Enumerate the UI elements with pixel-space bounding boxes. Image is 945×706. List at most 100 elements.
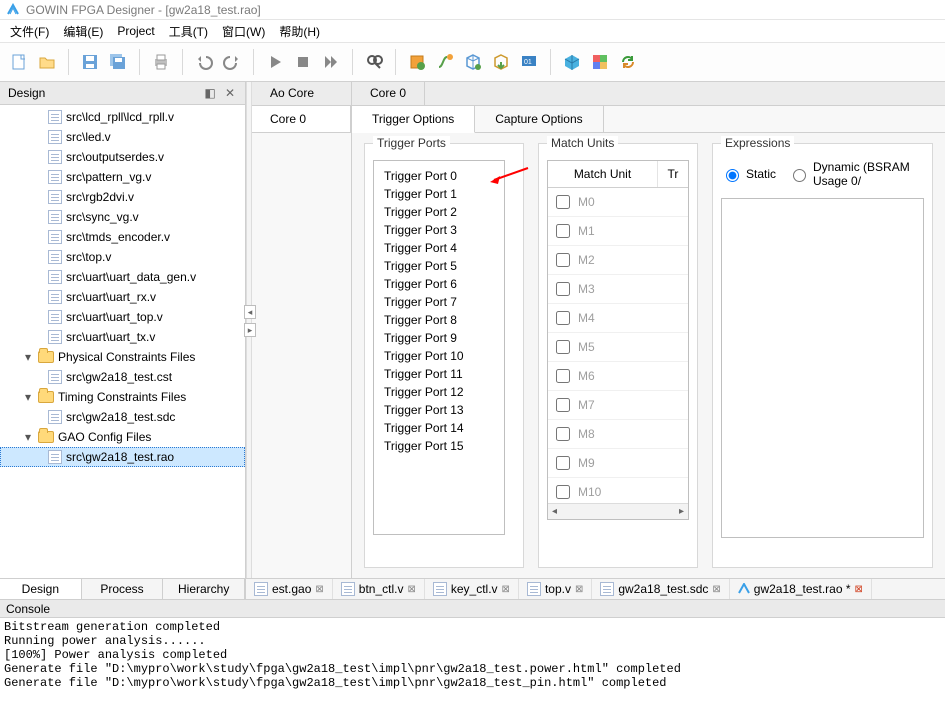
menu-tools[interactable]: 工具(T) bbox=[169, 23, 208, 40]
place-route-icon[interactable] bbox=[432, 49, 458, 75]
tab-trigger-options[interactable]: Trigger Options bbox=[352, 106, 475, 133]
match-tr-col[interactable]: Tr bbox=[658, 161, 688, 187]
tree-file[interactable]: src\sync_vg.v bbox=[0, 207, 245, 227]
trigger-port-item[interactable]: Trigger Port 10 bbox=[374, 347, 504, 365]
menu-window[interactable]: 窗口(W) bbox=[222, 23, 265, 40]
run-all-icon[interactable] bbox=[318, 49, 344, 75]
collapse-right-icon[interactable]: ▸ bbox=[244, 323, 256, 337]
undo-icon[interactable] bbox=[191, 49, 217, 75]
menu-project[interactable]: Project bbox=[117, 24, 154, 38]
match-checkbox[interactable] bbox=[556, 456, 570, 470]
trigger-ports-list[interactable]: Trigger Port 0 Trigger Port 1 Trigger Po… bbox=[373, 160, 505, 535]
device-down-icon[interactable] bbox=[488, 49, 514, 75]
scroll-right-icon[interactable]: ▸ bbox=[679, 506, 684, 517]
match-row[interactable]: M7 bbox=[548, 391, 688, 420]
trigger-port-item[interactable]: Trigger Port 9 bbox=[374, 329, 504, 347]
match-row[interactable]: M0 bbox=[548, 188, 688, 217]
tab-capture-options[interactable]: Capture Options bbox=[475, 106, 603, 132]
match-checkbox[interactable] bbox=[556, 369, 570, 383]
save-icon[interactable] bbox=[77, 49, 103, 75]
tree-file[interactable]: src\led.v bbox=[0, 127, 245, 147]
tab-design[interactable]: Design bbox=[0, 579, 82, 599]
editor-tab[interactable]: key_ctl.v⊠ bbox=[425, 579, 519, 599]
match-row[interactable]: M3 bbox=[548, 275, 688, 304]
close-icon[interactable]: ⊠ bbox=[575, 584, 583, 595]
trigger-port-item[interactable]: Trigger Port 7 bbox=[374, 293, 504, 311]
trigger-port-item[interactable]: Trigger Port 1 bbox=[374, 185, 504, 203]
trigger-port-item[interactable]: Trigger Port 4 bbox=[374, 239, 504, 257]
match-row[interactable]: M4 bbox=[548, 304, 688, 333]
folder-timing-constraints[interactable]: ▾Timing Constraints Files bbox=[0, 387, 245, 407]
close-icon[interactable]: ⊠ bbox=[712, 584, 720, 595]
redo-icon[interactable] bbox=[219, 49, 245, 75]
oscilloscope-icon[interactable]: 01 bbox=[516, 49, 542, 75]
print-icon[interactable] bbox=[148, 49, 174, 75]
core-side-tab-core0[interactable]: Core 0 bbox=[252, 106, 351, 133]
vertical-splitter[interactable]: ◂ ▸ bbox=[246, 82, 252, 578]
match-checkbox[interactable] bbox=[556, 311, 570, 325]
match-row[interactable]: M1 bbox=[548, 217, 688, 246]
trigger-port-item[interactable]: Trigger Port 15 bbox=[374, 437, 504, 455]
close-icon[interactable]: ⊠ bbox=[407, 584, 415, 595]
trigger-port-item[interactable]: Trigger Port 11 bbox=[374, 365, 504, 383]
match-checkbox[interactable] bbox=[556, 340, 570, 354]
trigger-port-item[interactable]: Trigger Port 8 bbox=[374, 311, 504, 329]
match-row[interactable]: M9 bbox=[548, 449, 688, 478]
trigger-port-item[interactable]: Trigger Port 14 bbox=[374, 419, 504, 437]
match-unit-col[interactable]: Match Unit bbox=[548, 161, 658, 187]
menu-edit[interactable]: 编辑(E) bbox=[63, 23, 103, 40]
close-icon[interactable]: ⊠ bbox=[502, 584, 510, 595]
match-checkbox[interactable] bbox=[556, 398, 570, 412]
panel-float-icon[interactable]: ◧ bbox=[203, 86, 217, 100]
tree-file-selected[interactable]: src\gw2a18_test.rao bbox=[0, 447, 245, 467]
menu-file[interactable]: 文件(F) bbox=[10, 23, 49, 40]
stop-icon[interactable] bbox=[290, 49, 316, 75]
match-checkbox[interactable] bbox=[556, 485, 570, 499]
tree-file[interactable]: src\uart\uart_top.v bbox=[0, 307, 245, 327]
tree-file[interactable]: src\outputserdes.v bbox=[0, 147, 245, 167]
match-checkbox[interactable] bbox=[556, 427, 570, 441]
radio-static-input[interactable] bbox=[726, 169, 739, 182]
editor-tab[interactable]: btn_ctl.v⊠ bbox=[333, 579, 425, 599]
search-icon[interactable] bbox=[361, 49, 387, 75]
refresh-icon[interactable] bbox=[615, 49, 641, 75]
tree-file[interactable]: src\top.v bbox=[0, 247, 245, 267]
match-row[interactable]: M2 bbox=[548, 246, 688, 275]
save-all-icon[interactable] bbox=[105, 49, 131, 75]
trigger-port-item[interactable]: Trigger Port 12 bbox=[374, 383, 504, 401]
horizontal-scrollbar[interactable]: ◂▸ bbox=[548, 503, 688, 519]
match-checkbox[interactable] bbox=[556, 224, 570, 238]
editor-tab[interactable]: gw2a18_test.sdc⊠ bbox=[592, 579, 729, 599]
tree-file[interactable]: src\uart\uart_tx.v bbox=[0, 327, 245, 347]
radio-dynamic[interactable]: Dynamic (BSRAM Usage 0/ bbox=[788, 160, 924, 188]
tab-process[interactable]: Process bbox=[82, 579, 164, 599]
folder-physical-constraints[interactable]: ▾Physical Constraints Files bbox=[0, 347, 245, 367]
editor-tab-active[interactable]: gw2a18_test.rao *⊠ bbox=[730, 579, 872, 599]
expressions-list[interactable] bbox=[721, 198, 924, 538]
chip-config-icon[interactable] bbox=[404, 49, 430, 75]
match-checkbox[interactable] bbox=[556, 195, 570, 209]
close-icon[interactable]: ⊠ bbox=[855, 584, 863, 595]
match-row[interactable]: M6 bbox=[548, 362, 688, 391]
new-file-icon[interactable] bbox=[6, 49, 32, 75]
trigger-port-item[interactable]: Trigger Port 2 bbox=[374, 203, 504, 221]
match-checkbox[interactable] bbox=[556, 253, 570, 267]
tree-file[interactable]: src\gw2a18_test.cst bbox=[0, 367, 245, 387]
project-tree[interactable]: src\lcd_rpll\lcd_rpll.v src\led.v src\ou… bbox=[0, 105, 245, 578]
panel-close-icon[interactable]: ✕ bbox=[223, 86, 237, 100]
trigger-port-item[interactable]: Trigger Port 3 bbox=[374, 221, 504, 239]
run-icon[interactable] bbox=[262, 49, 288, 75]
device-3d-icon[interactable] bbox=[460, 49, 486, 75]
tree-file[interactable]: src\gw2a18_test.sdc bbox=[0, 407, 245, 427]
tree-file[interactable]: src\pattern_vg.v bbox=[0, 167, 245, 187]
tree-file[interactable]: src\uart\uart_rx.v bbox=[0, 287, 245, 307]
match-row[interactable]: M10 bbox=[548, 478, 688, 503]
tree-file[interactable]: src\tmds_encoder.v bbox=[0, 227, 245, 247]
open-folder-icon[interactable] bbox=[34, 49, 60, 75]
scroll-left-icon[interactable]: ◂ bbox=[552, 506, 557, 517]
trigger-port-item[interactable]: Trigger Port 6 bbox=[374, 275, 504, 293]
tree-file[interactable]: src\rgb2dvi.v bbox=[0, 187, 245, 207]
radio-static[interactable]: Static bbox=[721, 166, 776, 182]
tree-file[interactable]: src\uart\uart_data_gen.v bbox=[0, 267, 245, 287]
close-icon[interactable]: ⊠ bbox=[315, 584, 323, 595]
